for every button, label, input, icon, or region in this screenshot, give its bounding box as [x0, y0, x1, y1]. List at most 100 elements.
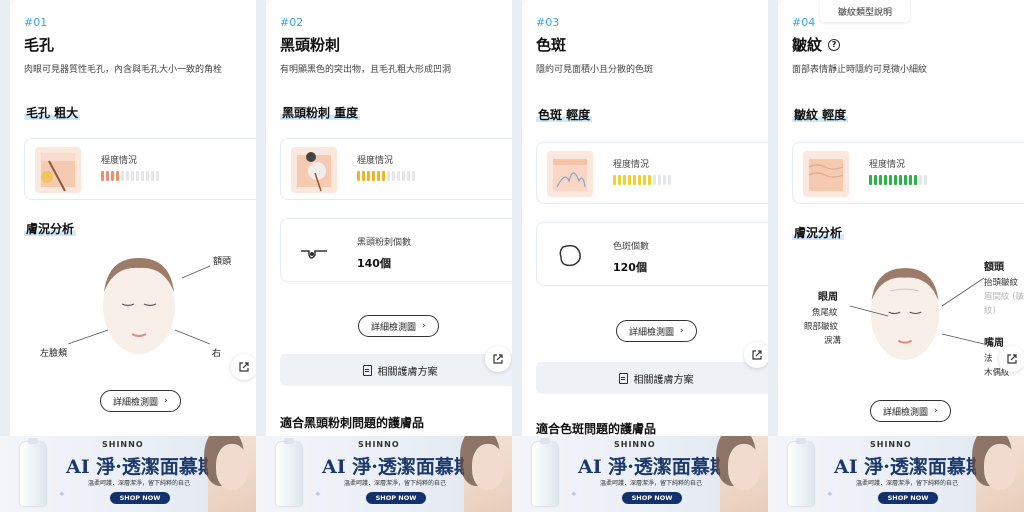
severity-segment [909, 175, 912, 185]
severity-segment [633, 175, 636, 185]
severity-segment [924, 175, 927, 185]
shop-now-button[interactable]: SHOP NOW [110, 492, 170, 504]
severity-segment [121, 171, 124, 181]
severity-segment [618, 175, 621, 185]
severity-meter [613, 175, 671, 185]
severity-segment [914, 175, 917, 185]
item-description: 面部表情靜止時隱約可見微小細紋 [792, 65, 928, 75]
severity-segment [101, 171, 104, 181]
severity-segment [387, 171, 390, 181]
detail-map-button[interactable]: 詳細檢測圖 › [100, 390, 181, 412]
severity-segment [136, 171, 139, 181]
severity-segment [111, 171, 114, 181]
share-icon[interactable] [231, 354, 256, 380]
analysis-title: 膚況分析 [792, 226, 845, 240]
ad-subtitle: 溫柔呵護．深層潔淨，留下純粹的自己 [856, 480, 959, 487]
blackhead-thumbnail-icon [291, 147, 337, 193]
detail-map-button[interactable]: 詳細檢測圖 › [616, 320, 697, 342]
severity-segment [362, 171, 365, 181]
product-bottle-icon [276, 438, 302, 506]
severity-meter [869, 175, 927, 185]
severity-box: 程度情況 [280, 138, 512, 200]
count-box: 黑頭粉刺個數 140個 [280, 218, 512, 282]
detail-map-button[interactable]: 詳細檢測圖 › [358, 315, 439, 337]
eye-area-item: 眼部皺紋 [804, 322, 839, 332]
severity-segment [658, 175, 661, 185]
severity-segment [643, 175, 646, 185]
share-icon[interactable] [485, 346, 511, 372]
wrinkles-card: #04 皺紋? 面部表情靜止時隱約可見微小細紋 皺紋 輕度 程度情況 膚況分析 [778, 0, 1024, 440]
share-icon[interactable] [999, 346, 1024, 372]
sparkle-icon: ✦ [314, 490, 322, 500]
shop-now-button[interactable]: SHOP NOW [622, 492, 682, 504]
ad-brand: SHINNO [870, 440, 912, 449]
help-icon[interactable]: ? [828, 38, 841, 51]
severity-meter [101, 171, 159, 181]
item-title: 色斑 [536, 36, 567, 54]
ad-banner[interactable]: SHINNO AI 淨·透潔面慕斯 溫柔呵護．深層潔淨，留下純粹的自己 SHOP… [512, 436, 768, 512]
item-description: 肉眼可見器質性毛孔，內含與毛孔大小一致的角栓 [24, 65, 223, 75]
level-title: 色斑 輕度 [536, 108, 593, 122]
level-title: 黑頭粉刺 重度 [280, 106, 361, 120]
shop-now-button[interactable]: SHOP NOW [878, 492, 938, 504]
chevron-right-icon: › [934, 406, 938, 416]
wrinkle-thumbnail-icon [803, 151, 849, 197]
severity-segment [653, 175, 656, 185]
severity-segment [126, 171, 129, 181]
ad-banner[interactable]: SHINNO AI 淨·透潔面慕斯 溫柔呵護．深層潔淨，留下純粹的自己 SHOP… [768, 436, 1024, 512]
share-icon[interactable] [744, 342, 768, 368]
mouth-area-item: 法 [984, 354, 993, 364]
skincare-plan-button[interactable]: 相關護膚方案 [280, 354, 512, 386]
eye-area-label: 眼周 [818, 292, 838, 303]
product-bottle-icon [20, 438, 46, 506]
sparkle-icon: ✦ [826, 490, 834, 500]
products-title: 適合黑頭粉刺問題的護膚品 [280, 416, 425, 430]
ad-subtitle: 溫柔呵護．深層潔淨，留下純粹的自己 [88, 480, 191, 487]
severity-segment [648, 175, 651, 185]
blackheads-card: #02 黑頭粉刺 有明顯黑色的突出物，且毛孔粗大形成凹洞 黑頭粉刺 重度 程度情… [266, 0, 512, 440]
sparkle-icon: ✦ [570, 490, 578, 500]
severity-label: 程度情況 [101, 156, 138, 166]
model-face-image [460, 436, 512, 512]
item-description: 有明顯黑色的突出物，且毛孔粗大形成凹洞 [280, 65, 452, 75]
severity-segment [106, 171, 109, 181]
ad-banner[interactable]: SHINNO AI 淨·透潔面慕斯 溫柔呵護．深層潔淨，留下純粹的自己 SHOP… [256, 436, 512, 512]
model-face-image [716, 436, 768, 512]
ad-title: AI 淨·透潔面慕斯 [66, 456, 217, 478]
level-title: 皺紋 輕度 [792, 108, 849, 122]
severity-segment [372, 171, 375, 181]
ad-banner[interactable]: SHINNO AI 淨·透潔面慕斯 溫柔呵護．深層潔淨，留下純粹的自己 SHOP… [0, 436, 256, 512]
sparkle-icon: ✦ [58, 490, 66, 500]
count-box: 色斑個數 120個 [536, 222, 768, 286]
severity-segment [402, 171, 405, 181]
ad-subtitle: 溫柔呵護．深層潔淨，留下純粹的自己 [344, 480, 447, 487]
ad-title: AI 淨·透潔面慕斯 [578, 456, 729, 478]
blackhead-count-icon [301, 250, 327, 259]
ad-brand: SHINNO [614, 440, 656, 449]
skincare-plan-button[interactable]: 相關護膚方案 [536, 362, 768, 394]
ad-brand: SHINNO [102, 440, 144, 449]
item-description: 隱約可見面積小且分散的色斑 [536, 65, 654, 75]
wrinkle-type-tooltip[interactable]: 皺紋類型說明 [820, 0, 910, 22]
severity-label: 程度情況 [357, 156, 394, 166]
item-number: #02 [280, 16, 304, 29]
severity-segment [407, 171, 410, 181]
leader-lines [849, 277, 985, 345]
severity-segment [663, 175, 666, 185]
severity-segment [613, 175, 616, 185]
shop-now-button[interactable]: SHOP NOW [366, 492, 426, 504]
severity-segment [397, 171, 400, 181]
document-icon [618, 372, 628, 384]
severity-label: 程度情況 [869, 160, 906, 170]
severity-box: 程度情況 [536, 142, 768, 204]
count-label: 黑頭粉刺個數 [357, 238, 412, 248]
severity-segment [668, 175, 671, 185]
detail-map-button[interactable]: 詳細檢測圖 › [870, 400, 951, 422]
item-title: 毛孔 [24, 36, 55, 54]
forehead-item: 眉間紋 (皺 [984, 292, 1024, 302]
severity-segment [623, 175, 626, 185]
severity-segment [879, 175, 882, 185]
severity-segment [874, 175, 877, 185]
ad-brand: SHINNO [358, 440, 400, 449]
severity-segment [628, 175, 631, 185]
